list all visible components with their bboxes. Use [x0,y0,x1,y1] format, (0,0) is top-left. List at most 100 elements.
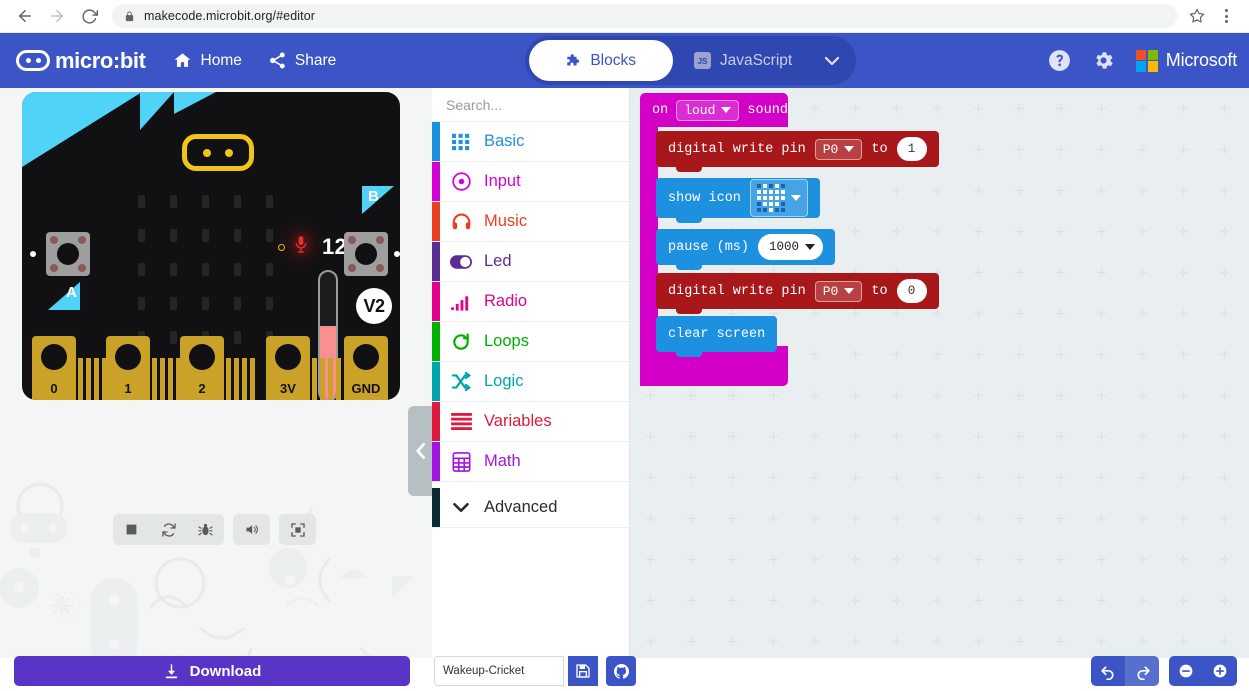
small-pins-2 [152,358,181,400]
toolbox-category-input[interactable]: Input [432,162,629,202]
forward-button[interactable] [42,1,72,31]
block-text: digital write pin [668,283,806,299]
help-button[interactable] [1038,39,1082,83]
settings-button[interactable] [1082,39,1126,83]
led-icon-preview [756,184,785,212]
blocks-toolbox: Basic Input Music Led [432,88,630,691]
save-button[interactable] [568,656,598,686]
button-b[interactable] [344,232,388,276]
sound-type-dropdown[interactable]: loud [676,99,740,121]
redo-button[interactable] [1125,656,1159,686]
blocks-workspace[interactable]: on loud sound digital write pin P0 to 1 … [630,88,1249,691]
block-on-loud-sound[interactable]: on loud sound [640,93,788,127]
download-button[interactable]: Download [14,656,410,686]
share-link[interactable]: Share [268,51,336,70]
block-notch [676,309,702,314]
category-stripe [432,242,440,281]
pin-value: P0 [822,283,839,299]
github-button[interactable] [606,656,636,686]
loop-arrow-icon [450,331,472,353]
edge-dot-left [30,251,36,257]
icon-picker-dropdown[interactable] [749,179,808,217]
fullscreen-button[interactable] [279,514,316,545]
block-show-icon[interactable]: show icon [656,178,820,223]
floppy-disk-icon [576,664,590,678]
pin-0[interactable]: 0 [32,336,76,400]
block-notch [676,352,702,357]
collapse-simulator-handle[interactable] [408,406,432,496]
toolbox-category-music[interactable]: Music [432,202,629,242]
value-input[interactable]: 1 [896,137,927,161]
microsoft-logo[interactable]: Microsoft [1135,49,1237,72]
tab-blocks[interactable]: Blocks [529,40,674,81]
url-text: makecode.microbit.org/#editor [144,9,316,23]
tab-blocks-label: Blocks [590,51,636,69]
address-bar[interactable]: makecode.microbit.org/#editor [112,4,1177,28]
microbit-logo[interactable]: micro:bit [16,48,146,74]
reload-button[interactable] [74,1,104,31]
category-label: Advanced [484,498,558,516]
toolbox-category-loops[interactable]: Loops [432,322,629,362]
toolbox-category-basic[interactable]: Basic [432,122,629,162]
lines-icon [450,411,472,433]
block-digital-write-1[interactable]: digital write pin P0 to 1 [656,131,939,172]
button-a[interactable] [46,232,90,276]
toolbox-category-advanced[interactable]: Advanced [432,482,629,528]
pin-dropdown[interactable]: P0 [814,280,863,302]
block-pause[interactable]: pause (ms) 1000 [656,229,836,270]
microbit-board[interactable]: 128 A B V2 0 1 2 3V GND [22,92,400,400]
debug-button[interactable] [187,514,224,545]
back-button[interactable] [10,1,40,31]
zoom-out-button[interactable] [1169,656,1203,686]
block-digital-write-2[interactable]: digital write pin P0 to 0 [656,273,939,314]
pause-value-dropdown[interactable]: 1000 [758,234,824,260]
header-right-group: Microsoft [1038,33,1249,88]
small-pins-3 [226,358,255,400]
home-link[interactable]: Home [172,51,242,70]
redo-icon [1136,665,1150,680]
sim-control-group-audio [233,514,270,545]
pin-gnd[interactable]: GND [344,336,388,400]
bug-icon [198,523,213,536]
restart-button[interactable] [150,514,187,545]
block-clear-screen[interactable]: clear screen [656,316,778,357]
small-pins-1 [78,358,107,400]
microsoft-label: Microsoft [1165,50,1237,70]
pin-2[interactable]: 2 [180,336,224,400]
calculator-icon [450,451,472,473]
project-name-input[interactable] [434,656,564,686]
toolbox-search-row [432,88,629,122]
undo-button[interactable] [1091,656,1125,686]
simulator-pane: 128 A B V2 0 1 2 3V GND [0,88,432,691]
block-event-foot [640,346,788,386]
signal-bars-icon [450,291,472,313]
browser-menu-button[interactable] [1213,2,1239,30]
home-label: Home [200,51,242,69]
search-input[interactable] [446,96,627,113]
pin-dropdown[interactable]: P0 [814,138,863,160]
pin-3v[interactable]: 3V [266,336,310,400]
category-stripe [432,362,440,401]
block-text: digital write pin [668,141,806,157]
stop-button[interactable] [113,514,150,545]
block-text-mid: to [871,141,888,157]
pin-1[interactable]: 1 [106,336,150,400]
value-input[interactable]: 0 [896,279,927,303]
editor-dropdown-button[interactable] [813,55,852,67]
chevron-down-icon [844,146,855,152]
chevron-down-icon [450,497,472,519]
shuffle-icon [450,371,472,393]
toolbox-category-variables[interactable]: Variables [432,402,629,442]
category-stripe [432,402,440,441]
button-b-label: B [368,188,379,205]
sound-type-value: loud [684,102,716,118]
toolbox-category-math[interactable]: Math [432,442,629,482]
tab-javascript[interactable]: JS JavaScript [673,40,812,81]
toolbox-category-logic[interactable]: Logic [432,362,629,402]
zoom-in-button[interactable] [1203,656,1237,686]
mute-button[interactable] [233,514,270,545]
toolbox-category-led[interactable]: Led [432,242,629,282]
lock-icon [124,10,135,23]
bookmark-star-icon[interactable] [1183,2,1211,30]
toolbox-category-radio[interactable]: Radio [432,282,629,322]
